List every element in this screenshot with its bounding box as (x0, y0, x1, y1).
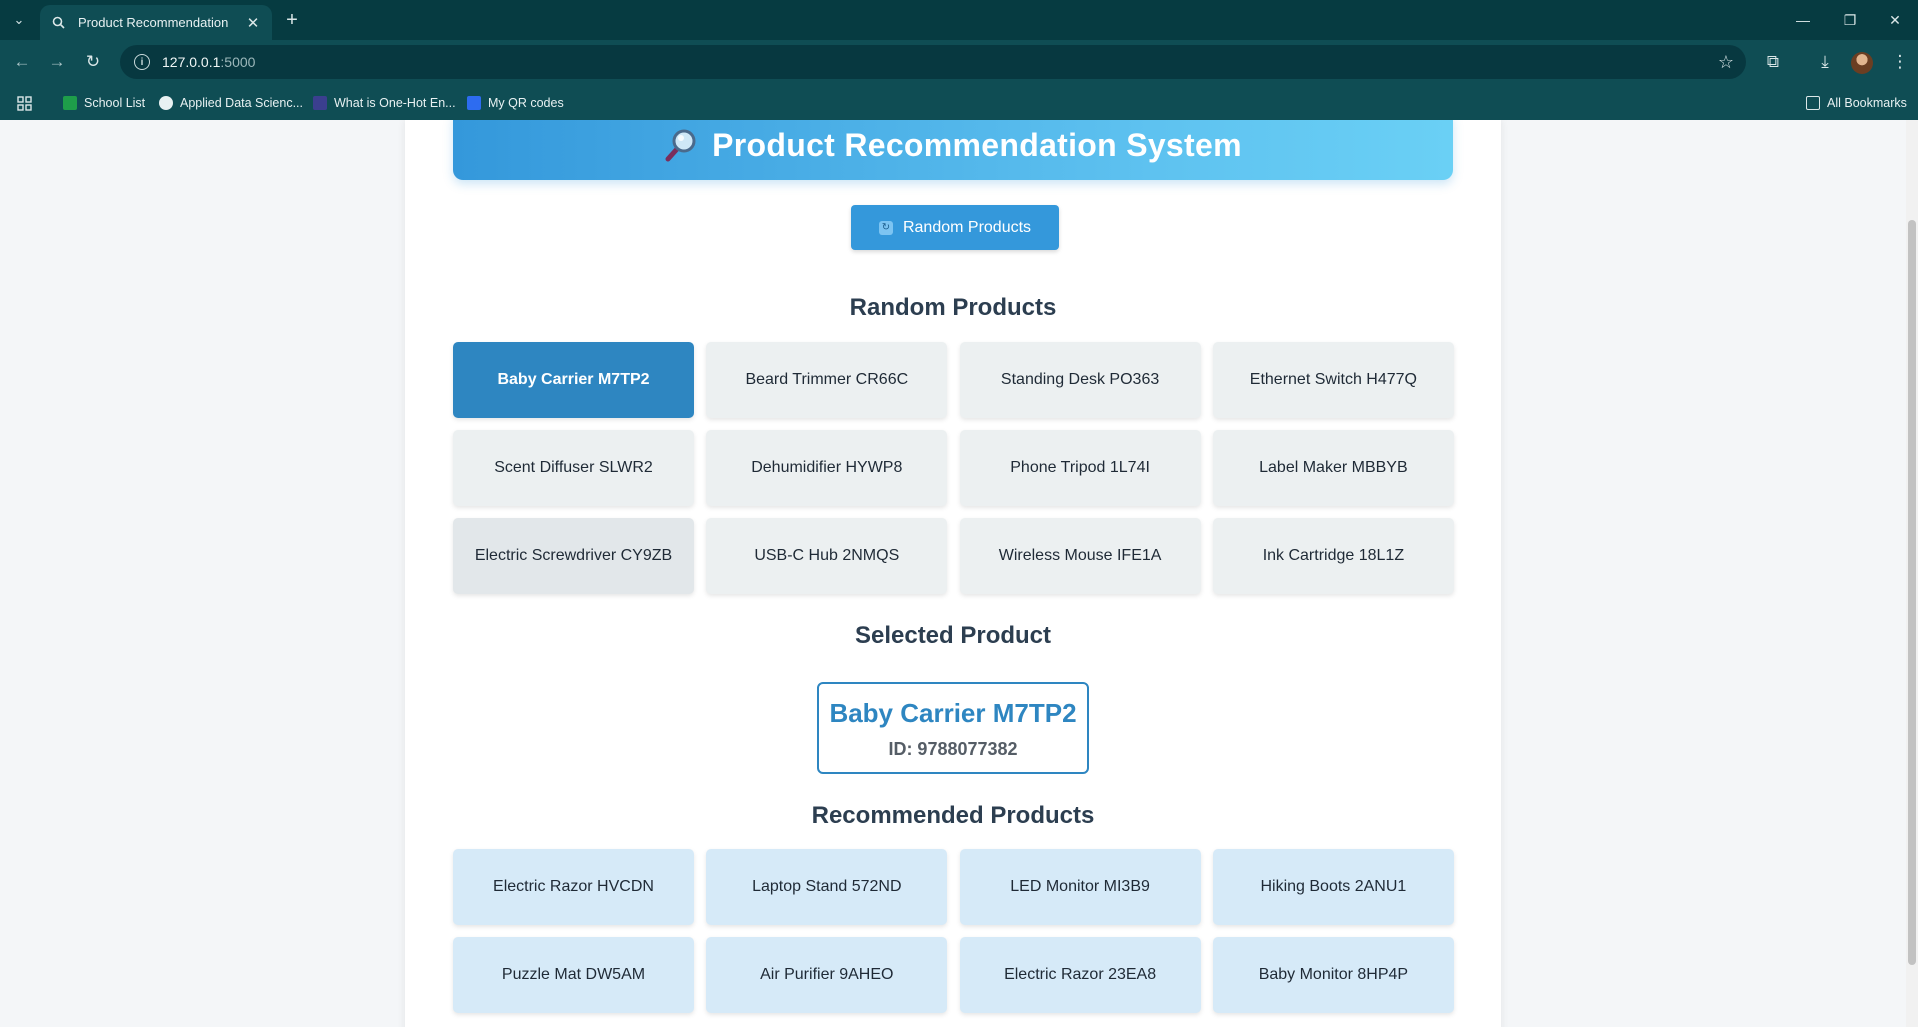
download-icon[interactable]: ⤓ (1813, 50, 1837, 74)
recommended-products-grid: Electric Razor HVCDN Laptop Stand 572ND … (453, 849, 1454, 1013)
refresh-icon: ↻ (878, 220, 893, 235)
apps-grid-icon[interactable] (17, 93, 32, 113)
recommended-product-card[interactable]: Electric Razor 23EA8 (959, 937, 1201, 1013)
menu-icon[interactable]: ⋮ (1888, 50, 1912, 74)
url-host: 127.0.0.1 (162, 54, 221, 70)
random-product-card[interactable]: Scent Diffuser SLWR2 (453, 430, 694, 506)
bookmarks-bar: School List Applied Data Scienc... What … (0, 85, 1918, 120)
random-products-button-label: Random Products (902, 218, 1032, 236)
recommended-product-card[interactable]: LED Monitor MI3B9 (959, 849, 1201, 925)
random-products-grid: Baby Carrier M7TP2 Beard Trimmer CR66C S… (453, 342, 1454, 594)
tab-search-dropdown-icon[interactable]: ⌄ (6, 7, 32, 33)
bookmark-star-icon[interactable]: ☆ (1718, 52, 1734, 73)
random-product-card[interactable]: Ethernet Switch H477Q (1212, 342, 1454, 418)
back-icon[interactable]: ← (8, 48, 36, 76)
recommended-product-card[interactable]: Puzzle Mat DW5AM (453, 937, 694, 1013)
folder-icon (1806, 96, 1820, 110)
bookmark-qr-codes[interactable]: My QR codes (467, 93, 564, 113)
bookmark-label: What is One-Hot En... (334, 96, 456, 110)
random-product-card[interactable]: Label Maker MBBYB (1212, 430, 1454, 506)
bookmark-label: My QR codes (488, 96, 564, 110)
address-bar[interactable]: i 127.0.0.1:5000 ☆ (120, 45, 1746, 79)
random-product-card[interactable]: USB-C Hub 2NMQS (706, 518, 948, 594)
qr-icon (467, 96, 481, 110)
main-container: Product Recommendation System ↻ Random P… (405, 120, 1501, 1027)
close-tab-icon[interactable]: ✕ (244, 14, 262, 32)
all-bookmarks-label: All Bookmarks (1827, 96, 1907, 110)
recommended-product-card[interactable]: Baby Monitor 8HP4P (1212, 937, 1454, 1013)
random-product-card[interactable]: Ink Cartridge 18L1Z (1212, 518, 1454, 594)
random-products-button[interactable]: ↻ Random Products (851, 205, 1059, 250)
selected-product-box: Baby Carrier M7TP2 ID: 9788077382 (817, 682, 1089, 774)
recommended-product-card[interactable]: Air Purifier 9AHEO (706, 937, 948, 1013)
extensions-icon[interactable]: ⧉ (1761, 50, 1785, 74)
browser-toolbar: ← → ↻ i 127.0.0.1:5000 ☆ ⧉ ⤓ ⋮ (0, 40, 1918, 85)
minimize-icon[interactable]: — (1780, 0, 1826, 40)
random-product-card[interactable]: Electric Screwdriver CY9ZB (453, 518, 694, 594)
random-products-heading: Random Products (849, 294, 1057, 321)
reload-icon[interactable]: ↻ (79, 48, 107, 76)
restore-icon[interactable]: ❐ (1827, 0, 1873, 40)
profile-avatar[interactable] (1851, 52, 1873, 74)
site-icon (313, 96, 327, 110)
page-header: Product Recommendation System (453, 120, 1453, 180)
recommended-products-heading: Recommended Products (811, 802, 1095, 829)
selected-product-heading: Selected Product (854, 622, 1052, 649)
recommended-product-card[interactable]: Electric Razor HVCDN (453, 849, 694, 925)
all-bookmarks[interactable]: All Bookmarks (1806, 93, 1907, 113)
bookmark-school-list[interactable]: School List (63, 93, 145, 113)
new-tab-icon[interactable]: + (280, 8, 304, 32)
bookmark-label: School List (84, 96, 146, 110)
recommended-product-card[interactable]: Laptop Stand 572ND (706, 849, 948, 925)
random-product-card[interactable]: Baby Carrier M7TP2 (453, 342, 694, 418)
close-window-icon[interactable]: ✕ (1872, 0, 1918, 40)
page-title: Product Recommendation System (712, 126, 1242, 163)
selected-product-id: ID: 9788077382 (888, 739, 1018, 759)
bookmark-one-hot[interactable]: What is One-Hot En... (313, 93, 456, 113)
tab-strip: ⌄ Product Recommendation ✕ + — ❐ ✕ (0, 0, 1918, 40)
forward-icon[interactable]: → (43, 48, 71, 76)
tab-title: Product Recommendation (78, 15, 229, 30)
globe-icon (159, 96, 173, 110)
browser-tab[interactable]: Product Recommendation ✕ (40, 5, 272, 40)
random-product-card[interactable]: Phone Tripod 1L74I (959, 430, 1201, 506)
selected-product-name: Baby Carrier M7TP2 (829, 698, 1077, 728)
sheets-icon (63, 96, 77, 110)
url-port: :5000 (220, 54, 256, 70)
page-viewport: Product Recommendation System ↻ Random P… (0, 120, 1906, 1027)
random-product-card[interactable]: Dehumidifier HYWP8 (706, 430, 948, 506)
bookmark-applied-data-science[interactable]: Applied Data Scienc... (159, 93, 303, 113)
recommended-product-card[interactable]: Hiking Boots 2ANU1 (1212, 849, 1454, 925)
bookmark-label: Applied Data Scienc... (180, 96, 303, 110)
random-product-card[interactable]: Standing Desk PO363 (959, 342, 1201, 418)
search-icon (50, 15, 66, 31)
magnifier-icon (664, 128, 698, 162)
scrollbar-thumb[interactable] (1908, 220, 1916, 965)
page-scrollbar[interactable] (1906, 120, 1918, 1027)
random-product-card[interactable]: Wireless Mouse IFE1A (959, 518, 1201, 594)
random-product-card[interactable]: Beard Trimmer CR66C (706, 342, 948, 418)
site-info-icon[interactable]: i (134, 54, 150, 70)
